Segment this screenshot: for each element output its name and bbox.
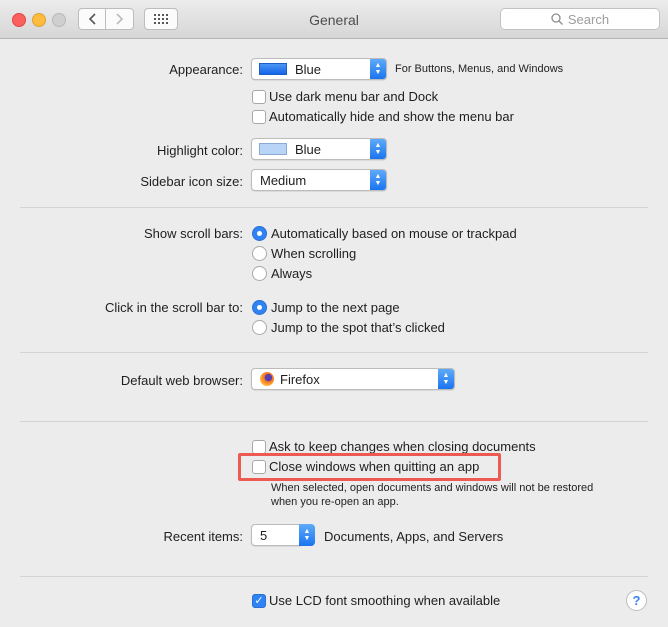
recent-items-field[interactable]: 5 [251, 524, 301, 546]
divider [20, 576, 648, 577]
highlight-value: Blue [295, 141, 322, 157]
recent-items-stepper[interactable]: ▲ ▼ [299, 524, 315, 546]
popup-arrows-icon: ▲ ▼ [370, 170, 386, 190]
scroll-click-label: Click in the scroll bar to: [105, 300, 243, 315]
browser-popup[interactable]: Firefox ▲ ▼ [251, 368, 455, 390]
popup-arrows-icon: ▲ ▼ [370, 139, 386, 159]
scroll-bars-label: Show scroll bars: [144, 226, 243, 241]
ask-keep-changes-checkbox[interactable] [252, 440, 266, 454]
close-windows-description: When selected, open documents and window… [271, 482, 594, 494]
recent-items-value: 5 [260, 527, 268, 543]
browser-value: Firefox [280, 371, 320, 387]
browser-label: Default web browser: [120, 373, 243, 388]
search-placeholder: Search [567, 11, 610, 27]
sidebar-icon-value: Medium [260, 172, 307, 188]
appearance-swatch [259, 63, 287, 75]
auto-hide-menu-checkbox[interactable] [252, 110, 266, 124]
jump-spot-label: Jump to the spot that’s clicked [271, 320, 445, 335]
jump-next-page-radio[interactable] [252, 300, 267, 315]
sidebar-icon-label: Sidebar icon size: [140, 174, 243, 189]
highlight-annotation [238, 453, 501, 481]
search-icon [551, 13, 563, 25]
dark-menu-label: Use dark menu bar and Dock [269, 89, 439, 104]
appearance-value: Blue [295, 61, 322, 77]
appearance-note: For Buttons, Menus, and Windows [395, 63, 564, 75]
highlight-label: Highlight color: [157, 143, 243, 158]
scroll-when-scrolling-radio[interactable] [252, 246, 267, 261]
jump-spot-radio[interactable] [252, 320, 267, 335]
sidebar-icon-popup[interactable]: Medium ▲ ▼ [251, 169, 387, 191]
appearance-label: Appearance: [169, 62, 243, 77]
popup-arrows-icon: ▲ ▼ [370, 59, 386, 79]
ask-keep-changes-label: Ask to keep changes when closing documen… [269, 439, 536, 454]
divider [20, 352, 648, 353]
help-button[interactable]: ? [626, 590, 647, 611]
close-windows-description-2: when you re-open an app. [271, 496, 399, 508]
lcd-smoothing-label: Use LCD font smoothing when available [269, 593, 501, 608]
scroll-always-label: Always [271, 266, 313, 281]
jump-next-page-label: Jump to the next page [271, 300, 400, 315]
auto-hide-menu-label: Automatically hide and show the menu bar [269, 109, 514, 124]
popup-arrows-icon: ▲ ▼ [438, 369, 454, 389]
lcd-smoothing-checkbox[interactable]: ✓ [252, 594, 266, 608]
title-bar: General Search [0, 0, 668, 39]
search-field[interactable]: Search [500, 8, 660, 30]
recent-items-suffix: Documents, Apps, and Servers [324, 529, 504, 544]
scroll-auto-label: Automatically based on mouse or trackpad [271, 226, 517, 241]
scroll-always-radio[interactable] [252, 266, 267, 281]
recent-items-label: Recent items: [163, 529, 243, 544]
highlight-popup[interactable]: Blue ▲ ▼ [251, 138, 387, 160]
divider [20, 207, 648, 208]
scroll-auto-radio[interactable] [252, 226, 267, 241]
highlight-swatch [259, 143, 287, 155]
scroll-when-scrolling-label: When scrolling [271, 246, 357, 261]
appearance-popup[interactable]: Blue ▲ ▼ [251, 58, 387, 80]
divider [20, 421, 648, 422]
dark-menu-checkbox[interactable] [252, 90, 266, 104]
firefox-icon [260, 372, 274, 386]
